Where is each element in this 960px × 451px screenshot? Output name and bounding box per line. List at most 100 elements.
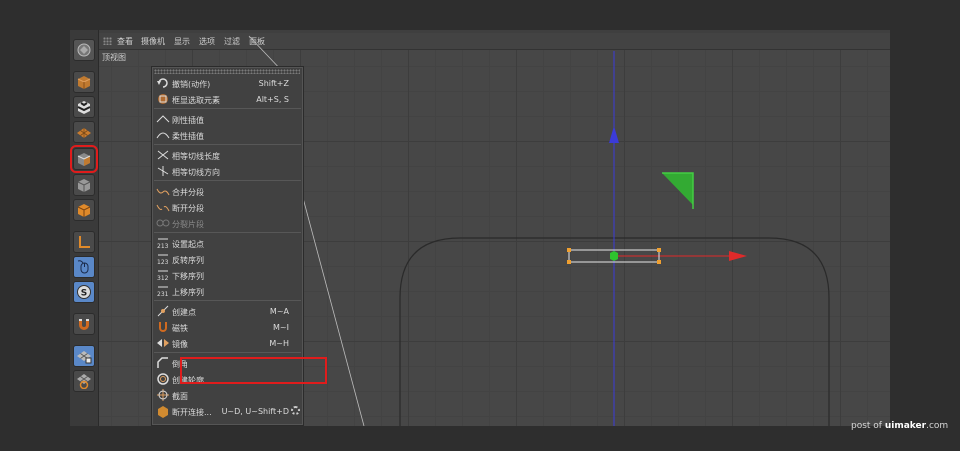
create-point-icon [156, 304, 170, 318]
cross-section-icon [156, 388, 170, 402]
texture-grid-icon[interactable] [73, 121, 95, 143]
menu-item-label: 框显选取元素 [172, 96, 220, 105]
selection-corner [657, 248, 661, 252]
selection-corner [567, 260, 571, 264]
menu-item-label: 分裂片段 [172, 220, 204, 229]
chamfer-highlight-box [180, 357, 327, 384]
hard-interpolation-icon [156, 112, 170, 126]
context-menu-grip[interactable] [154, 69, 300, 74]
menu-item-join-segment[interactable]: 合并分段 [152, 183, 303, 199]
app-logo-icon[interactable] [73, 39, 95, 61]
x-axis-arrow-icon[interactable] [729, 251, 747, 261]
menu-item-label: 断开连接... [172, 408, 212, 417]
point-mode-icon[interactable] [73, 174, 95, 196]
menu-item-label: 上移序列 [172, 288, 204, 297]
menu-item-shortcut: Shift+Z [258, 79, 289, 88]
menu-item-shortcut: U~D, U~Shift+D [221, 407, 289, 416]
credit-prefix: post of [851, 421, 885, 431]
menu-item-move-down-sequence[interactable]: 312 下移序列 [152, 267, 303, 283]
menu-item-mirror[interactable]: 镜像 M~H [152, 335, 303, 351]
move-up-sequence-icon: 231 [156, 284, 170, 298]
menu-item-break-segment[interactable]: 断开分段 [152, 199, 303, 215]
svg-text:312: 312 [157, 275, 169, 282]
site-credit: post of uimaker.com [851, 421, 948, 431]
menu-item-soft-interpolation[interactable]: 柔性插值 [152, 127, 303, 143]
object-mode-icon[interactable] [70, 145, 98, 173]
credit-brand: uimaker [884, 421, 927, 431]
move-handle-icon[interactable] [610, 251, 618, 261]
menu-item-label: 创建点 [172, 308, 196, 317]
snap-tool-icon[interactable]: S [73, 281, 95, 303]
selection-corner [657, 260, 661, 264]
soft-interpolation-icon [156, 128, 170, 142]
menu-separator [154, 352, 301, 353]
guide-line [298, 182, 365, 426]
menu-separator [154, 180, 301, 181]
menu-item-label: 镜像 [172, 340, 188, 349]
menu-item-reverse-sequence[interactable]: 123 反转序列 [152, 251, 303, 267]
y-axis-arrow-icon[interactable] [609, 126, 619, 143]
edge-tool-icon[interactable] [73, 231, 95, 253]
menu-item-shortcut: Alt+S, S [256, 95, 289, 104]
cinema4d-window: S 查看 摄像机 显示 选项 过滤 面板 顶视图 撤销(动作) Shift+Z … [70, 30, 890, 426]
reverse-sequence-icon: 123 [156, 252, 170, 266]
mirror-icon [156, 336, 170, 350]
magnet-tool-icon[interactable] [73, 313, 95, 335]
menu-item-cross-section[interactable]: 截面 [152, 387, 303, 403]
menu-separator [154, 108, 301, 109]
svg-text:213: 213 [157, 243, 169, 250]
explode-segments-icon [156, 216, 170, 230]
checkerboard-icon[interactable] [73, 96, 95, 118]
magnet-icon [156, 320, 170, 334]
menu-separator [154, 232, 301, 233]
svg-text:231: 231 [157, 291, 169, 298]
menu-item-undo[interactable]: 撤销(动作) Shift+Z [152, 75, 303, 91]
gear-icon[interactable] [291, 406, 300, 415]
cube-icon[interactable] [73, 71, 95, 93]
svg-text:123: 123 [157, 259, 169, 266]
workplane-lock-icon[interactable] [73, 345, 95, 367]
menu-item-equal-tangent-direction[interactable]: 相等切线方向 [152, 163, 303, 179]
workplane-icon[interactable] [73, 370, 95, 392]
selection-corner [567, 248, 571, 252]
menu-item-equal-tangent-length[interactable]: 相等切线长度 [152, 147, 303, 163]
menu-item-shortcut: M~H [269, 339, 289, 348]
menu-separator [154, 144, 301, 145]
menu-item-label: 刚性插值 [172, 116, 204, 125]
equal-tangent-direction-icon [156, 164, 170, 178]
move-down-sequence-icon: 312 [156, 268, 170, 282]
equal-tangent-length-icon [156, 148, 170, 162]
menu-item-label: 设置起点 [172, 240, 204, 249]
menu-item-label: 撤销(动作) [172, 80, 211, 89]
menu-item-shortcut: M~A [269, 307, 289, 316]
menu-item-set-first-point[interactable]: 213 设置起点 [152, 235, 303, 251]
disconnect-icon [156, 404, 170, 418]
menu-item-label: 截面 [172, 392, 188, 401]
mouse-tool-icon[interactable] [73, 256, 95, 278]
menu-item-explode-segments: 分裂片段 [152, 215, 303, 231]
create-outline-icon [156, 372, 170, 386]
menu-item-label: 合并分段 [172, 188, 204, 197]
left-toolbar: S [70, 30, 99, 426]
chamfer-icon [156, 356, 170, 370]
menu-item-label: 反转序列 [172, 256, 204, 265]
menu-item-label: 断开分段 [172, 204, 204, 213]
menu-item-label: 下移序列 [172, 272, 204, 281]
join-segment-icon [156, 184, 170, 198]
menu-item-disconnect[interactable]: 断开连接... U~D, U~Shift+D [152, 403, 303, 419]
menu-separator [154, 300, 301, 301]
menu-item-label: 相等切线长度 [172, 152, 220, 161]
polygon-mode-icon[interactable] [73, 199, 95, 221]
menu-item-magnet[interactable]: 磁铁 M~I [152, 319, 303, 335]
menu-item-label: 柔性插值 [172, 132, 204, 141]
menu-item-shortcut: M~I [273, 323, 289, 332]
menu-item-create-point[interactable]: 创建点 M~A [152, 303, 303, 319]
undo-icon [156, 76, 170, 90]
credit-suffix: .com [926, 421, 949, 431]
menu-item-hard-interpolation[interactable]: 刚性插值 [152, 111, 303, 127]
menu-item-label: 磁铁 [172, 324, 188, 333]
menu-item-move-up-sequence[interactable]: 231 上移序列 [152, 283, 303, 299]
menu-item-frame-selection[interactable]: 框显选取元素 Alt+S, S [152, 91, 303, 107]
chamfer-corner-icon [662, 173, 693, 205]
frame-selection-icon [156, 92, 170, 106]
